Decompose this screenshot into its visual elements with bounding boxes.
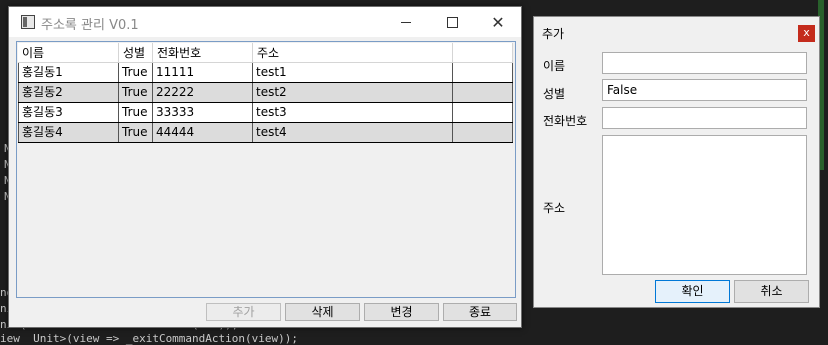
cell-gender[interactable]: True	[119, 63, 153, 82]
cell-gender[interactable]: True	[119, 123, 153, 142]
table-row[interactable]: 홍길동1 True 11111 test1	[18, 63, 513, 83]
cell-name[interactable]: 홍길동2	[18, 83, 119, 102]
gender-label: 성별	[543, 87, 566, 101]
cell-filler	[453, 63, 513, 82]
cell-filler	[453, 123, 513, 142]
edit-button[interactable]: 변경	[364, 303, 439, 321]
cell-phone[interactable]: 44444	[153, 123, 253, 142]
cell-address[interactable]: test2	[253, 83, 453, 102]
cell-phone[interactable]: 11111	[153, 63, 253, 82]
close-icon: ✕	[491, 12, 505, 32]
name-field[interactable]	[602, 52, 807, 74]
cell-filler	[453, 103, 513, 122]
column-header-name[interactable]: 이름	[18, 43, 119, 63]
cell-name[interactable]: 홍길동1	[18, 63, 119, 82]
cell-phone[interactable]: 33333	[153, 103, 253, 122]
phone-field[interactable]	[602, 107, 807, 129]
cell-phone[interactable]: 22222	[153, 83, 253, 102]
address-field[interactable]	[602, 135, 807, 275]
grid-rows: 홍길동1 True 11111 test1 홍길동2 True 22222 te…	[18, 63, 513, 143]
table-row[interactable]: 홍길동2 True 22222 test2	[18, 83, 513, 103]
table-row[interactable]: 홍길동4 True 44444 test4	[18, 123, 513, 143]
dialog-title: 추가	[542, 27, 565, 41]
title-bar[interactable]: 주소록 관리 V0.1 ✕	[9, 7, 521, 37]
name-label: 이름	[543, 59, 566, 73]
main-window: 주소록 관리 V0.1 ✕ 이름 성별 전화번호 주소 홍길동1 True 11…	[8, 6, 522, 328]
editor-text-line: iew Unit>(view => _exitCommandAction(vie…	[0, 332, 299, 345]
minimize-button[interactable]	[383, 7, 429, 37]
cell-name[interactable]: 홍길동4	[18, 123, 119, 142]
cell-address[interactable]: test4	[253, 123, 453, 142]
add-button[interactable]: 추가	[206, 303, 281, 321]
gender-field[interactable]: False	[602, 79, 807, 101]
cell-name[interactable]: 홍길동3	[18, 103, 119, 122]
add-dialog: 추가 x 이름 성별 False 전화번호 주소 확인 취소	[533, 16, 820, 308]
minimize-icon	[401, 21, 411, 23]
cell-filler	[453, 83, 513, 102]
column-header-address[interactable]: 주소	[253, 43, 453, 63]
grid-header: 이름 성별 전화번호 주소	[18, 43, 513, 63]
cell-gender[interactable]: True	[119, 103, 153, 122]
maximize-button[interactable]	[429, 7, 475, 37]
dialog-close-button[interactable]: x	[798, 25, 815, 42]
cell-address[interactable]: test3	[253, 103, 453, 122]
phone-label: 전화번호	[543, 114, 588, 128]
confirm-button[interactable]: 확인	[655, 280, 730, 303]
cell-gender[interactable]: True	[119, 83, 153, 102]
exit-button[interactable]: 종료	[443, 303, 517, 321]
table-row[interactable]: 홍길동3 True 33333 test3	[18, 103, 513, 123]
cancel-button[interactable]: 취소	[734, 280, 809, 303]
column-header-phone[interactable]: 전화번호	[153, 43, 253, 63]
close-button[interactable]: ✕	[475, 7, 521, 37]
column-header-filler	[453, 43, 513, 63]
address-label: 주소	[543, 201, 566, 215]
address-grid[interactable]: 이름 성별 전화번호 주소 홍길동1 True 11111 test1 홍길동2…	[16, 41, 516, 298]
cell-address[interactable]: test1	[253, 63, 453, 82]
maximize-icon	[446, 16, 458, 28]
window-title: 주소록 관리 V0.1	[41, 18, 139, 33]
column-header-gender[interactable]: 성별	[119, 43, 153, 63]
delete-button[interactable]: 삭제	[285, 303, 360, 321]
app-icon	[21, 15, 35, 29]
